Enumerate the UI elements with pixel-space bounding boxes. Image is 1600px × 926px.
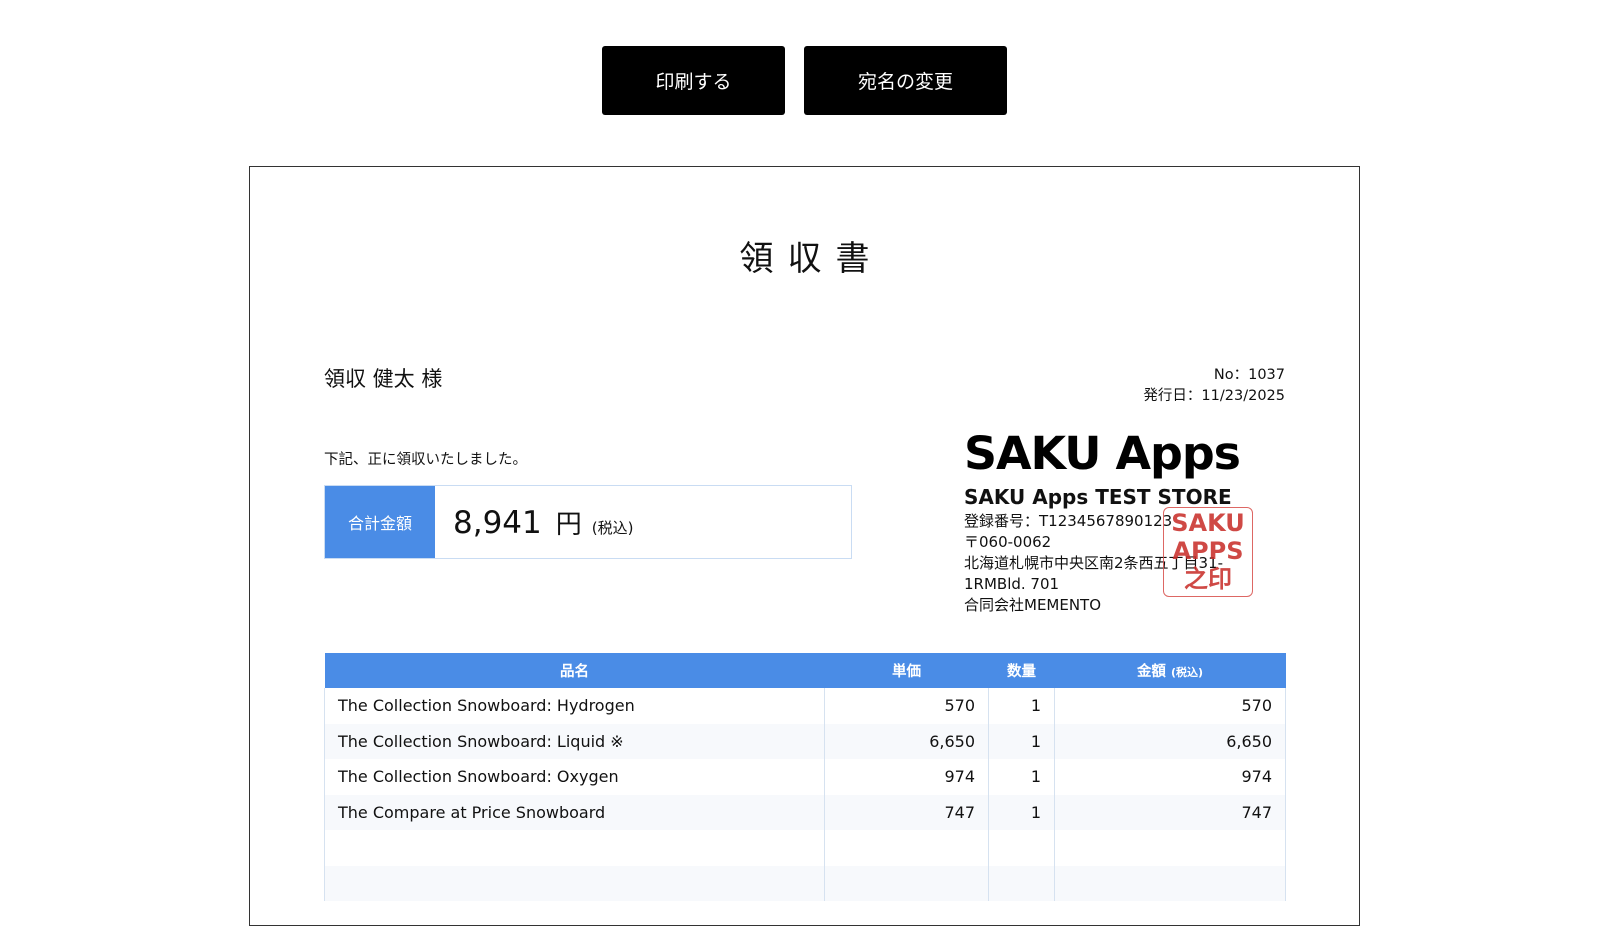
table-header-row: 品名 単価 数量 金額 (税込) (324, 653, 1286, 688)
receipt-document: 領収書 領収 健太 様 No：1037 発行日：11/23/2025 下記、正に… (249, 166, 1360, 926)
cell-amount: 974 (1054, 759, 1286, 795)
cell-amount: 747 (1054, 794, 1286, 830)
total-amount-box: 合計金額 8,941 円 (税込) (324, 485, 852, 559)
total-currency: 円 (555, 510, 582, 540)
store-logo: SAKU Apps (964, 427, 1241, 480)
cell-unit-price: 570 (824, 688, 989, 724)
total-amount: 8,941 (453, 505, 542, 541)
stamp-line: SAKU (1171, 509, 1245, 537)
total-value: 8,941 円 (税込) (435, 486, 633, 558)
header-item-name: 品名 (324, 653, 825, 688)
table-row-empty (324, 830, 1286, 866)
received-statement: 下記、正に領収いたしました。 (324, 452, 527, 468)
cell-item-name: The Collection Snowboard: Oxygen (324, 759, 825, 795)
company-seal-stamp: SAKU APPS 之印 (1163, 507, 1253, 597)
issue-date: 発行日：11/23/2025 (1143, 388, 1285, 404)
table-row: The Collection Snowboard: Liquid ※ 6,650… (324, 723, 1286, 759)
total-tax-note: (税込) (591, 519, 634, 537)
recipient-name: 領収 健太 様 (324, 367, 443, 391)
cell-unit-price (824, 830, 989, 866)
cell-quantity: 1 (988, 794, 1055, 830)
cell-quantity: 1 (988, 759, 1055, 795)
header-amount-label: 金額 (1136, 664, 1166, 680)
table-row: The Compare at Price Snowboard 747 1 747 (324, 794, 1286, 830)
cell-amount (1054, 865, 1286, 901)
company-name: 合同会社MEMENTO (964, 596, 1102, 614)
header-quantity: 数量 (988, 653, 1055, 688)
print-button[interactable]: 印刷する (602, 46, 785, 115)
cell-amount (1054, 830, 1286, 866)
receipt-number: No：1037 (1213, 367, 1285, 383)
action-bar: 印刷する 宛名の変更 (0, 46, 1600, 115)
cell-unit-price: 6,650 (824, 723, 989, 759)
total-label: 合計金額 (325, 486, 435, 558)
header-amount-note: (税込) (1171, 666, 1204, 679)
table-row-empty (324, 865, 1286, 901)
table-row: The Collection Snowboard: Hydrogen 570 1… (324, 688, 1286, 724)
cell-unit-price: 747 (824, 794, 989, 830)
cell-unit-price: 974 (824, 759, 989, 795)
cell-amount: 570 (1054, 688, 1286, 724)
receipt-title: 領収書 (739, 239, 884, 279)
cell-amount: 6,650 (1054, 723, 1286, 759)
cell-item-name (324, 865, 825, 901)
change-recipient-button[interactable]: 宛名の変更 (804, 46, 1007, 115)
cell-quantity (988, 830, 1055, 866)
header-unit-price: 単価 (824, 653, 989, 688)
cell-quantity (988, 865, 1055, 901)
cell-unit-price (824, 865, 989, 901)
cell-item-name: The Compare at Price Snowboard (324, 794, 825, 830)
cell-item-name: The Collection Snowboard: Liquid ※ (324, 723, 825, 759)
cell-quantity: 1 (988, 688, 1055, 724)
receipt-meta: No：1037 発行日：11/23/2025 (1143, 365, 1285, 407)
items-table: 品名 単価 数量 金額 (税込) The Collection Snowboar… (324, 653, 1286, 901)
cell-item-name: The Collection Snowboard: Hydrogen (324, 688, 825, 724)
table-row: The Collection Snowboard: Oxygen 974 1 9… (324, 759, 1286, 795)
stamp-line: 之印 (1184, 565, 1232, 593)
stamp-line: APPS (1172, 537, 1244, 565)
cell-item-name (324, 830, 825, 866)
header-amount: 金額 (税込) (1054, 653, 1286, 688)
cell-quantity: 1 (988, 723, 1055, 759)
